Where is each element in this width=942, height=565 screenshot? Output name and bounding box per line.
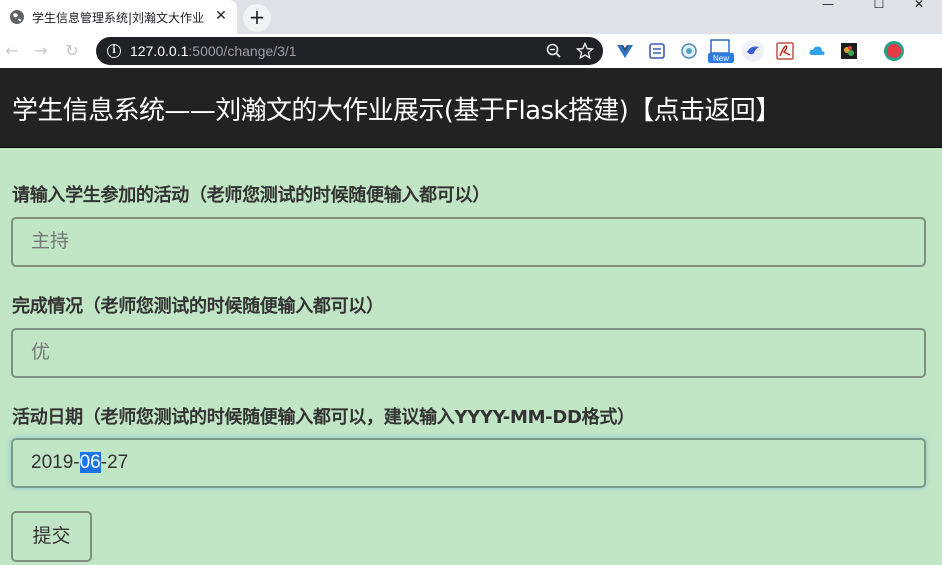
tab-title: 学生信息管理系统|刘瀚文大作业 xyxy=(32,11,205,25)
pdf-extension-icon[interactable] xyxy=(776,42,794,60)
reader-extension-icon[interactable] xyxy=(648,42,666,60)
url-text[interactable]: 127.0.0.1:5000/change/3/1 xyxy=(130,43,297,59)
new-tab-button[interactable]: + xyxy=(243,4,271,32)
back-icon[interactable]: ← xyxy=(3,42,21,60)
zoom-icon[interactable] xyxy=(545,42,563,60)
browser-tab[interactable]: 学生信息管理系统|刘瀚文大作业 ✕ xyxy=(0,0,237,34)
profile-avatar-icon[interactable] xyxy=(883,40,905,62)
status-label: 完成情况（老师您测试的时候随便输入都可以） xyxy=(12,296,384,317)
date-selection: 06 xyxy=(79,452,101,473)
window-close-icon[interactable]: ✕ xyxy=(896,0,942,10)
date-suffix: -27 xyxy=(100,452,129,473)
browser-tabstrip: 学生信息管理系统|刘瀚文大作业 ✕ + — ☐ ✕ xyxy=(0,0,942,34)
activity-input[interactable]: 主持 xyxy=(11,217,926,267)
date-label: 活动日期（老师您测试的时候随便输入都可以，建议输入YYYY-MM-DD格式） xyxy=(12,407,635,428)
bookmark-star-icon[interactable] xyxy=(576,42,594,60)
svg-text:New: New xyxy=(713,54,729,63)
status-input[interactable]: 优 xyxy=(11,328,926,378)
date-input[interactable]: 2019-06-27 xyxy=(11,438,926,488)
browser-toolbar: ← → ↻ i 127.0.0.1:5000/change/3/1 New xyxy=(0,34,942,68)
page-title-link[interactable]: 学生信息系统——刘瀚文的大作业展示(基于Flask搭建)【点击返回】 xyxy=(12,90,781,127)
reload-icon[interactable]: ↻ xyxy=(63,42,81,60)
date-prefix: 2019- xyxy=(31,452,80,473)
globe-icon xyxy=(10,10,24,24)
vue-devtools-icon[interactable] xyxy=(616,42,634,60)
page-header: 学生信息系统——刘瀚文的大作业展示(基于Flask搭建)【点击返回】 xyxy=(0,68,942,148)
circle-extension-icon[interactable] xyxy=(680,42,698,60)
new-badge-extension-icon[interactable]: New xyxy=(708,38,734,64)
address-bar[interactable]: i 127.0.0.1:5000/change/3/1 xyxy=(96,37,603,65)
forward-icon[interactable]: → xyxy=(32,42,50,60)
colorful-extension-icon[interactable] xyxy=(840,42,858,60)
minimize-icon[interactable]: — xyxy=(805,0,851,10)
site-info-icon[interactable]: i xyxy=(107,44,121,58)
cloud-extension-icon[interactable] xyxy=(808,42,826,60)
submit-button[interactable]: 提交 xyxy=(11,511,92,562)
activity-label: 请输入学生参加的活动（老师您测试的时候随便输入都可以） xyxy=(12,185,490,206)
bird-extension-icon[interactable] xyxy=(741,39,765,63)
tab-close-icon[interactable]: ✕ xyxy=(213,8,229,24)
